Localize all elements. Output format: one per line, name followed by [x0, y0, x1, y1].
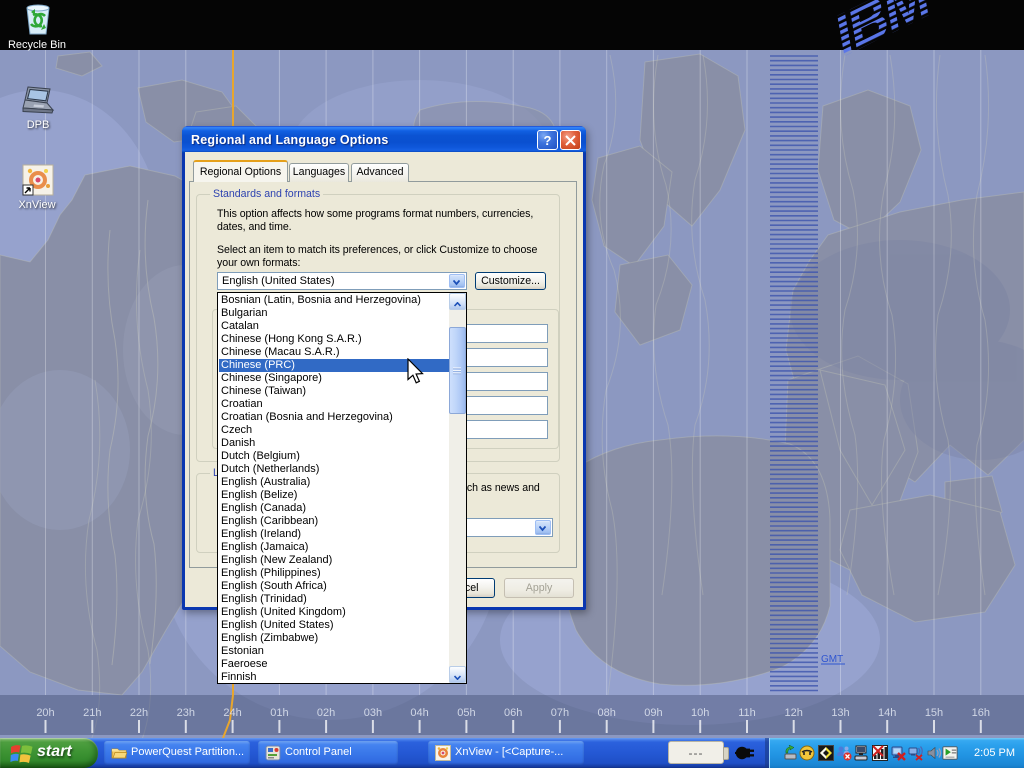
svg-text:10h: 10h — [691, 707, 709, 719]
svg-text:IBM: IBM — [832, 0, 933, 70]
svg-text:08h: 08h — [598, 707, 616, 719]
svg-text:16h: 16h — [972, 707, 990, 719]
svg-text:07h: 07h — [551, 707, 569, 719]
svg-text:02h: 02h — [317, 707, 335, 719]
svg-text:01h: 01h — [270, 707, 288, 719]
svg-text:15h: 15h — [925, 707, 943, 719]
svg-text:22h: 22h — [130, 707, 148, 719]
svg-text:13h: 13h — [831, 707, 849, 719]
svg-text:24h: 24h — [223, 707, 241, 719]
svg-text:05h: 05h — [457, 707, 475, 719]
svg-text:20h: 20h — [36, 707, 54, 719]
svg-text:23h: 23h — [177, 707, 195, 719]
svg-text:21h: 21h — [83, 707, 101, 719]
svg-text:04h: 04h — [410, 707, 428, 719]
svg-text:GMT: GMT — [821, 654, 843, 665]
svg-text:03h: 03h — [364, 707, 382, 719]
svg-text:09h: 09h — [644, 707, 662, 719]
svg-text:06h: 06h — [504, 707, 522, 719]
svg-text:14h: 14h — [878, 707, 896, 719]
svg-text:11h: 11h — [738, 707, 756, 719]
svg-text:12h: 12h — [785, 707, 803, 719]
